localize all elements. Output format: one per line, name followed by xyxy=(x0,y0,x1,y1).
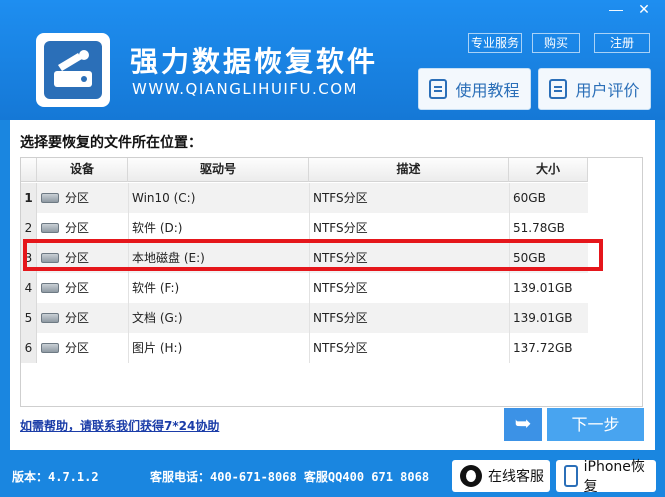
header-device[interactable]: 设备 xyxy=(37,158,128,182)
row-index: 5 xyxy=(21,303,37,333)
online-service-button[interactable]: 在线客服 xyxy=(452,460,550,492)
row-size: 60GB xyxy=(513,191,546,205)
row-desc: NTFS分区 xyxy=(313,311,368,325)
iphone-recovery-label: iPhone恢复 xyxy=(583,459,645,495)
header-index xyxy=(21,158,37,182)
comment-icon xyxy=(549,79,568,99)
qq-icon xyxy=(460,465,482,487)
register-link[interactable]: 注册 xyxy=(594,33,650,53)
hdd-wrench-icon xyxy=(44,41,102,99)
row-device: 分区 xyxy=(65,311,90,325)
app-logo xyxy=(36,33,110,107)
row-device: 分区 xyxy=(65,341,90,355)
document-icon xyxy=(429,79,448,99)
row-desc: NTFS分区 xyxy=(313,191,368,205)
disk-icon xyxy=(41,223,59,233)
review-button[interactable]: 用户评价 xyxy=(538,68,651,110)
row-size: 137.72GB xyxy=(513,341,573,355)
row-drive: Win10 (C:) xyxy=(132,191,196,205)
row-drive: 软件 (F:) xyxy=(132,281,180,295)
header-drive[interactable]: 驱动号 xyxy=(128,158,309,182)
contact-info: 客服电话：400-671-8068 客服QQ400 671 8068 xyxy=(150,470,430,484)
row-drive: 图片 (H:) xyxy=(132,341,183,355)
drive-table: 设备 驱动号 描述 大小 1 分区 Win10 (C:) NTFS分区 60GB… xyxy=(20,157,643,407)
back-button[interactable]: ➥ xyxy=(504,408,542,441)
version-label: 版本：4.7.1.2 xyxy=(12,470,99,484)
row-index: 4 xyxy=(21,273,37,303)
tutorial-label: 使用教程 xyxy=(455,81,520,100)
close-button[interactable]: ✕ xyxy=(630,0,658,20)
app-title: 强力数据恢复软件 xyxy=(130,45,379,78)
table-row[interactable]: 4 分区 软件 (F:) NTFS分区 139.01GB xyxy=(21,273,588,303)
table-row[interactable]: 1 分区 Win10 (C:) NTFS分区 60GB xyxy=(21,183,588,213)
app-url: WWW.QIANGLIHUIFU.COM xyxy=(132,80,358,98)
disk-icon xyxy=(41,343,59,353)
app-window: — ✕ 强力数据恢复软件 WWW.QIANGLIHUIFU.COM 专业服务 购… xyxy=(0,0,665,497)
table-row[interactable]: 5 分区 文档 (G:) NTFS分区 139.01GB xyxy=(21,303,588,333)
row-index: 1 xyxy=(21,183,37,213)
row-size: 139.01GB xyxy=(513,281,573,295)
tutorial-button[interactable]: 使用教程 xyxy=(418,68,531,110)
table-header: 设备 驱动号 描述 大小 xyxy=(21,158,588,182)
row-size: 139.01GB xyxy=(513,311,573,325)
row-index: 6 xyxy=(21,333,37,363)
header-size[interactable]: 大小 xyxy=(509,158,588,182)
table-row[interactable]: 6 分区 图片 (H:) NTFS分区 137.72GB xyxy=(21,333,588,363)
row-device: 分区 xyxy=(65,281,90,295)
selection-highlight xyxy=(23,239,603,271)
row-device: 分区 xyxy=(65,191,90,205)
disk-icon xyxy=(41,283,59,293)
row-desc: NTFS分区 xyxy=(313,281,368,295)
back-arrow-icon: ➥ xyxy=(514,413,532,435)
disk-icon xyxy=(41,313,59,323)
panel-title: 选择要恢复的文件所在位置： xyxy=(20,135,202,151)
review-label: 用户评价 xyxy=(575,81,640,100)
phone-icon xyxy=(564,465,578,487)
iphone-recovery-button[interactable]: iPhone恢复 xyxy=(556,459,656,495)
online-service-label: 在线客服 xyxy=(488,469,544,485)
header-desc[interactable]: 描述 xyxy=(309,158,509,182)
help-link[interactable]: 如需帮助，请联系我们获得7*24协助 xyxy=(20,417,219,434)
row-drive: 文档 (G:) xyxy=(132,311,183,325)
main-panel: 选择要恢复的文件所在位置： 设备 驱动号 描述 大小 1 分区 Win10 (C… xyxy=(10,120,655,450)
buy-link[interactable]: 购买 xyxy=(532,33,580,53)
minimize-button[interactable]: — xyxy=(602,0,630,20)
row-desc: NTFS分区 xyxy=(313,341,368,355)
pro-service-link[interactable]: 专业服务 xyxy=(468,33,522,53)
disk-icon xyxy=(41,193,59,203)
next-button[interactable]: 下一步 xyxy=(547,408,644,441)
